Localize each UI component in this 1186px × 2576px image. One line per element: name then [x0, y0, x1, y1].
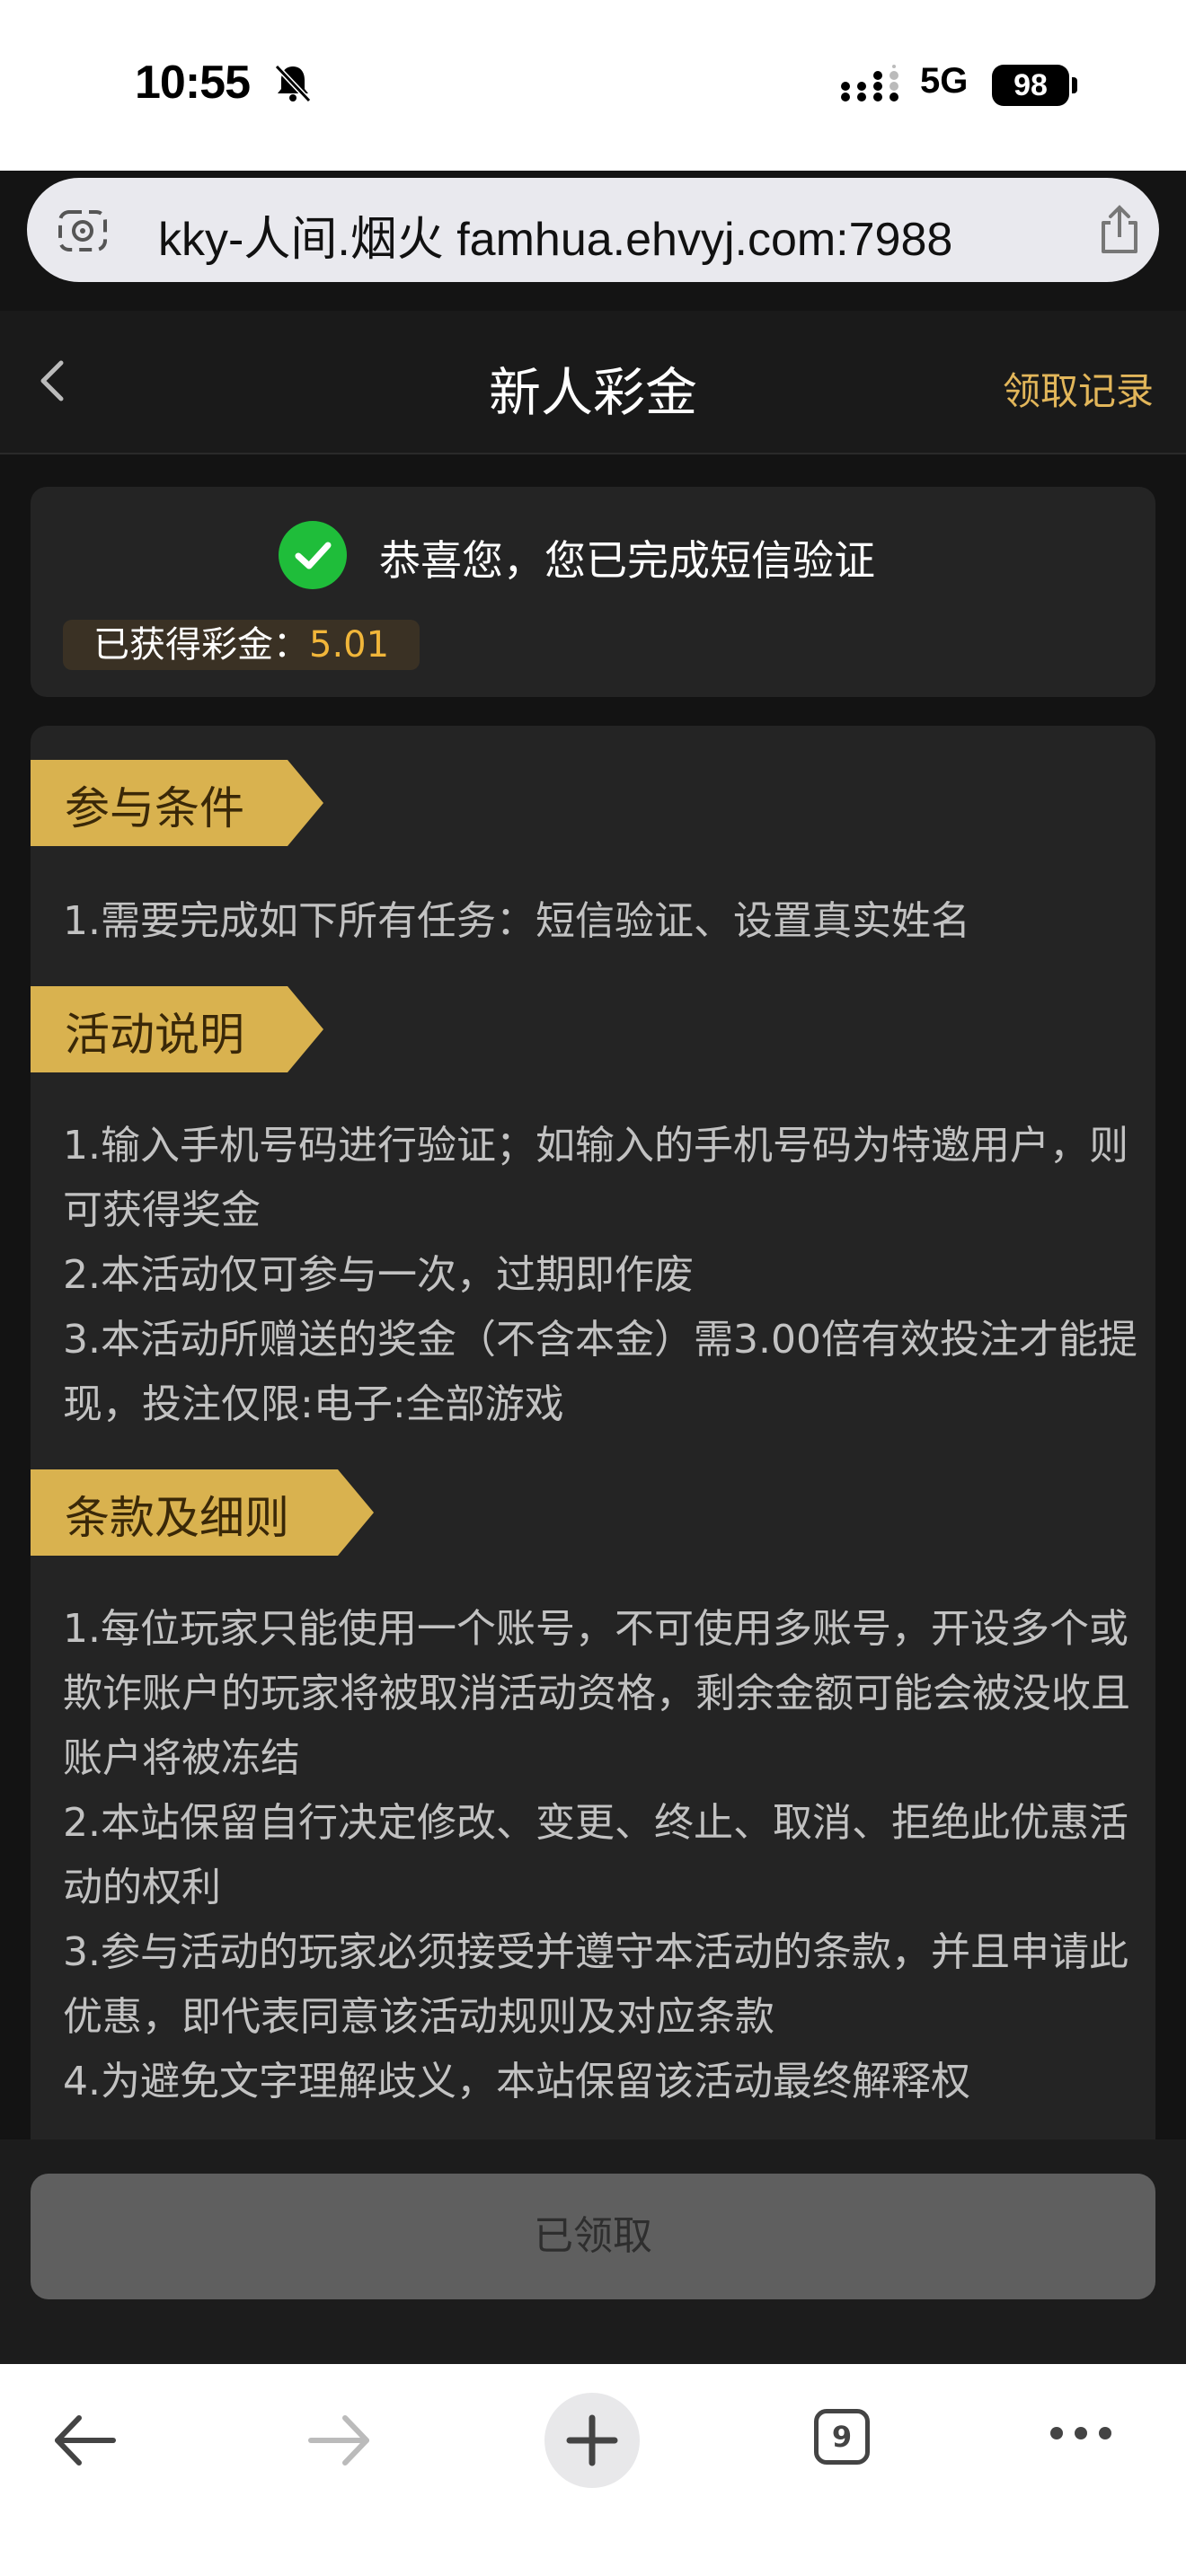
- claim-record-link[interactable]: 领取记录: [1003, 361, 1154, 416]
- bonus-badge: 已获得彩金：5.01: [63, 620, 420, 670]
- back-arrow-icon[interactable]: [50, 2409, 119, 2472]
- verify-card: 恭喜您，您已完成短信验证 已获得彩金：5.01: [31, 487, 1155, 697]
- description-line: 3.本活动所赠送的奖金（不含本金）需3.00倍有效投注才能提现，投注仅限:电子:…: [63, 1317, 1137, 1427]
- terms-text: 1.每位玩家只能使用一个账号，不可使用多账号，开设多个或欺诈账户的玩家将被取消活…: [63, 1597, 1141, 2114]
- tab-count: 9: [831, 2420, 853, 2454]
- new-tab-button[interactable]: [544, 2393, 640, 2488]
- bell-slash-icon: [274, 64, 312, 103]
- terms-line: 1.每位玩家只能使用一个账号，不可使用多账号，开设多个或欺诈账户的玩家将被取消活…: [63, 1606, 1130, 1781]
- address-bar[interactable]: kky-人间.烟火 famhua.ehvyj.com:7988: [27, 178, 1159, 282]
- share-icon[interactable]: [1094, 203, 1145, 257]
- network-type: 5G: [920, 61, 969, 101]
- main-content: 恭喜您，您已完成短信验证 已获得彩金：5.01 参与条件 1.需要完成如下所有任…: [0, 454, 1186, 2181]
- url-text[interactable]: kky-人间.烟火 famhua.ehvyj.com:7988: [158, 201, 952, 269]
- browser-toolbar: 9: [0, 2364, 1186, 2576]
- status-bar: 10:55 5G 98 kky-人间.烟火 famhua.ehvyj.com:7…: [0, 0, 1186, 282]
- claimed-button[interactable]: 已领取: [31, 2174, 1155, 2299]
- terms-line: 4.为避免文字理解歧义，本站保留该活动最终解释权: [63, 2059, 970, 2104]
- check-icon: [279, 521, 347, 589]
- section-tag-description: 活动说明: [31, 986, 323, 1080]
- conditions-line: 1.需要完成如下所有任务：短信验证、设置真实姓名: [63, 898, 970, 944]
- bonus-amount: 5.01: [309, 624, 390, 666]
- section-tag-conditions: 参与条件: [31, 760, 323, 853]
- rules-card: 参与条件 1.需要完成如下所有任务：短信验证、设置真实姓名 活动说明 1.输入手…: [31, 726, 1155, 2181]
- verify-message: 恭喜您，您已完成短信验证: [379, 536, 875, 585]
- tabs-icon[interactable]: 9: [814, 2409, 870, 2465]
- app-header: 新人彩金 领取记录: [0, 311, 1186, 454]
- forward-arrow-icon[interactable]: [305, 2409, 374, 2472]
- lens-icon[interactable]: [58, 207, 108, 253]
- terms-line: 3.参与活动的玩家必须接受并遵守本活动的条款，并且申请此优惠，即代表同意该活动规…: [63, 1929, 1128, 2040]
- section-title-terms: 条款及细则: [65, 1492, 289, 1544]
- bottom-bar: 已领取: [0, 2139, 1186, 2364]
- description-line: 2.本活动仅可参与一次，过期即作废: [63, 1252, 694, 1298]
- description-text: 1.输入手机号码进行验证；如输入的手机号码为特邀用户，则可获得奖金 2.本活动仅…: [63, 1114, 1141, 1437]
- more-icon[interactable]: [1048, 2420, 1114, 2447]
- conditions-text: 1.需要完成如下所有任务：短信验证、设置真实姓名: [63, 889, 1141, 954]
- signal-icon: [841, 65, 898, 101]
- section-title-description: 活动说明: [65, 1009, 244, 1061]
- status-time: 10:55: [135, 57, 251, 109]
- plus-icon: [566, 2414, 618, 2466]
- battery-tip: [1072, 77, 1077, 93]
- battery-level: 98: [992, 65, 1069, 106]
- description-line: 1.输入手机号码进行验证；如输入的手机号码为特邀用户，则可获得奖金: [63, 1123, 1128, 1233]
- section-tag-terms: 条款及细则: [31, 1469, 374, 1563]
- section-title-conditions: 参与条件: [65, 782, 244, 834]
- bonus-label: 已获得彩金：: [93, 624, 309, 666]
- terms-line: 2.本站保留自行决定修改、变更、终止、取消、拒绝此优惠活动的权利: [63, 1800, 1128, 1910]
